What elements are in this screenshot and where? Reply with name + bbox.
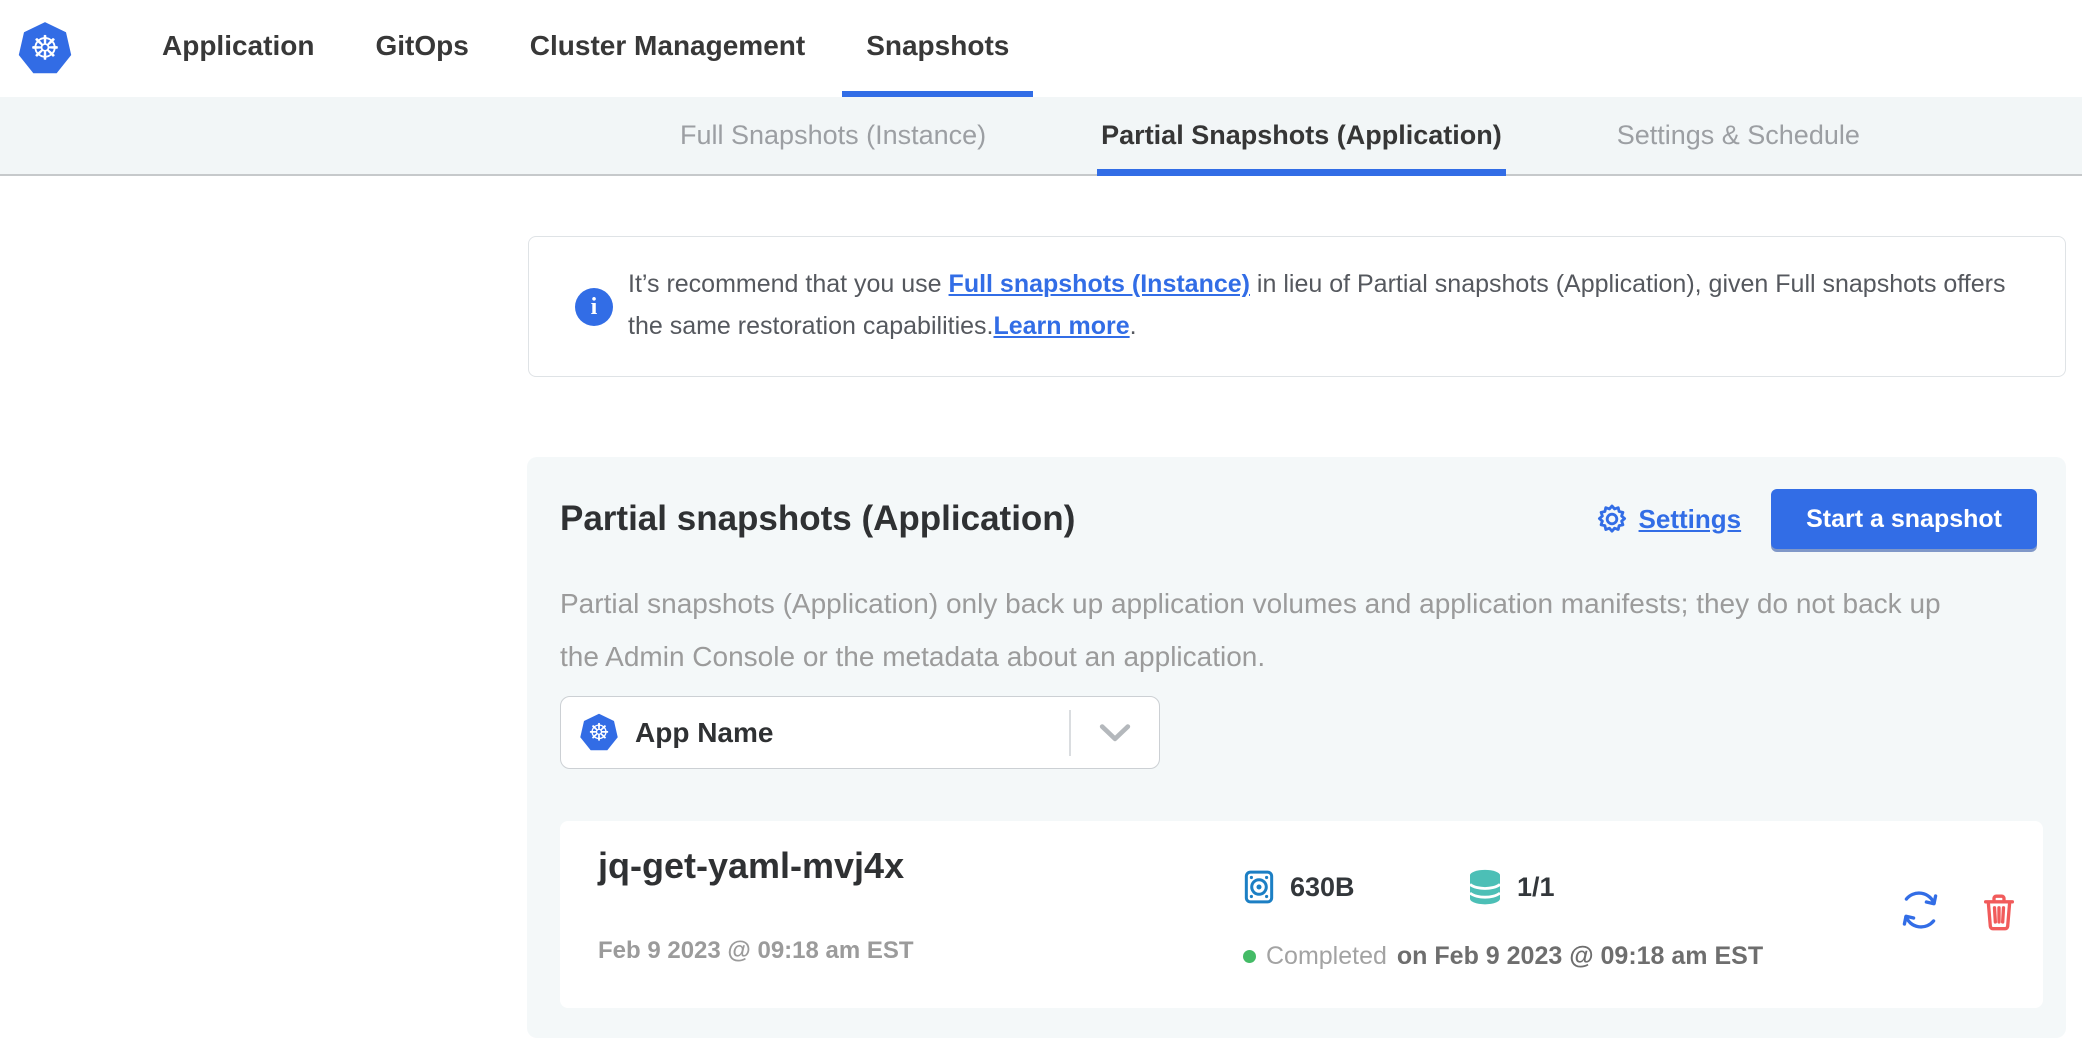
callout-text-after: . bbox=[1130, 312, 1137, 340]
callout-text-before: It’s recommend that you use bbox=[628, 270, 949, 298]
top-nav-items: Application GitOps Cluster Management Sn… bbox=[138, 0, 1033, 97]
tab-settings-and-schedule[interactable]: Settings & Schedule bbox=[1617, 97, 1860, 174]
tab-full-snapshots-instance[interactable]: Full Snapshots (Instance) bbox=[680, 97, 986, 174]
restore-icon bbox=[1897, 887, 1943, 933]
chevron-down-icon bbox=[1098, 724, 1132, 742]
nav-item-application[interactable]: Application bbox=[138, 0, 338, 97]
page: ☸ Application GitOps Cluster Management … bbox=[0, 0, 2082, 1056]
page-title: Partial snapshots (Application) bbox=[560, 499, 1075, 539]
app-select-value: App Name bbox=[635, 717, 773, 749]
settings-link-label: Settings bbox=[1639, 504, 1742, 535]
snapshot-started-timestamp: Feb 9 2023 @ 09:18 am EST bbox=[598, 937, 914, 965]
panel-header-actions: Settings Start a snapshot bbox=[1595, 489, 2037, 549]
gear-icon bbox=[1595, 502, 1629, 536]
snapshot-volumes-value: 1/1 bbox=[1517, 872, 1555, 903]
kubernetes-app-icon: ☸ bbox=[579, 713, 619, 753]
disk-icon bbox=[1240, 868, 1278, 906]
logo-wrap: ☸ bbox=[0, 0, 90, 97]
snapshot-volumes-stat: 1/1 bbox=[1465, 865, 1555, 909]
nav-item-cluster-management[interactable]: Cluster Management bbox=[506, 0, 829, 97]
select-chevron-zone[interactable] bbox=[1071, 724, 1159, 742]
status-dot-icon bbox=[1243, 950, 1256, 963]
status-badge: Completed bbox=[1266, 942, 1387, 971]
kubernetes-logo-icon: ☸ bbox=[17, 21, 73, 77]
snapshot-size-stat: 630B bbox=[1240, 865, 1355, 909]
app-name-select[interactable]: ☸ App Name bbox=[560, 696, 1160, 769]
partial-snapshots-panel: Partial snapshots (Application) Settings… bbox=[527, 457, 2066, 1038]
snapshot-size-value: 630B bbox=[1290, 872, 1355, 903]
snapshot-settings-link[interactable]: Settings bbox=[1595, 502, 1742, 536]
top-nav: ☸ Application GitOps Cluster Management … bbox=[0, 0, 2082, 97]
restore-snapshot-button[interactable] bbox=[1897, 887, 1943, 936]
panel-description-line2: the Admin Console or the metadata about … bbox=[560, 630, 2037, 683]
panel-header: Partial snapshots (Application) Settings… bbox=[560, 489, 2037, 549]
panel-description: Partial snapshots (Application) only bac… bbox=[560, 577, 2037, 683]
learn-more-link[interactable]: Learn more bbox=[993, 312, 1129, 340]
snapshot-row: jq-get-yaml-mvj4x Feb 9 2023 @ 09:18 am … bbox=[560, 821, 2043, 1008]
delete-snapshot-button[interactable] bbox=[1979, 891, 2019, 936]
snapshot-status-line: Completed on Feb 9 2023 @ 09:18 am EST bbox=[1243, 941, 1763, 971]
trash-icon bbox=[1979, 891, 2019, 933]
database-icon bbox=[1465, 867, 1505, 907]
svg-text:☸: ☸ bbox=[30, 30, 60, 67]
snapshot-finished-timestamp: on Feb 9 2023 @ 09:18 am EST bbox=[1397, 942, 1763, 971]
snapshots-sub-nav: Full Snapshots (Instance) Partial Snapsh… bbox=[0, 97, 2082, 176]
panel-description-line1: Partial snapshots (Application) only bac… bbox=[560, 577, 2037, 630]
full-snapshots-link[interactable]: Full snapshots (Instance) bbox=[949, 270, 1250, 298]
info-icon: i bbox=[575, 288, 613, 326]
nav-item-gitops[interactable]: GitOps bbox=[351, 0, 492, 97]
nav-item-snapshots[interactable]: Snapshots bbox=[842, 0, 1033, 97]
start-snapshot-button[interactable]: Start a snapshot bbox=[1771, 489, 2037, 549]
svg-text:☸: ☸ bbox=[588, 719, 610, 746]
tab-partial-snapshots-application[interactable]: Partial Snapshots (Application) bbox=[1101, 97, 1502, 174]
info-callout: i It’s recommend that you use Full snaps… bbox=[528, 236, 2066, 377]
snapshot-name: jq-get-yaml-mvj4x bbox=[598, 845, 904, 887]
